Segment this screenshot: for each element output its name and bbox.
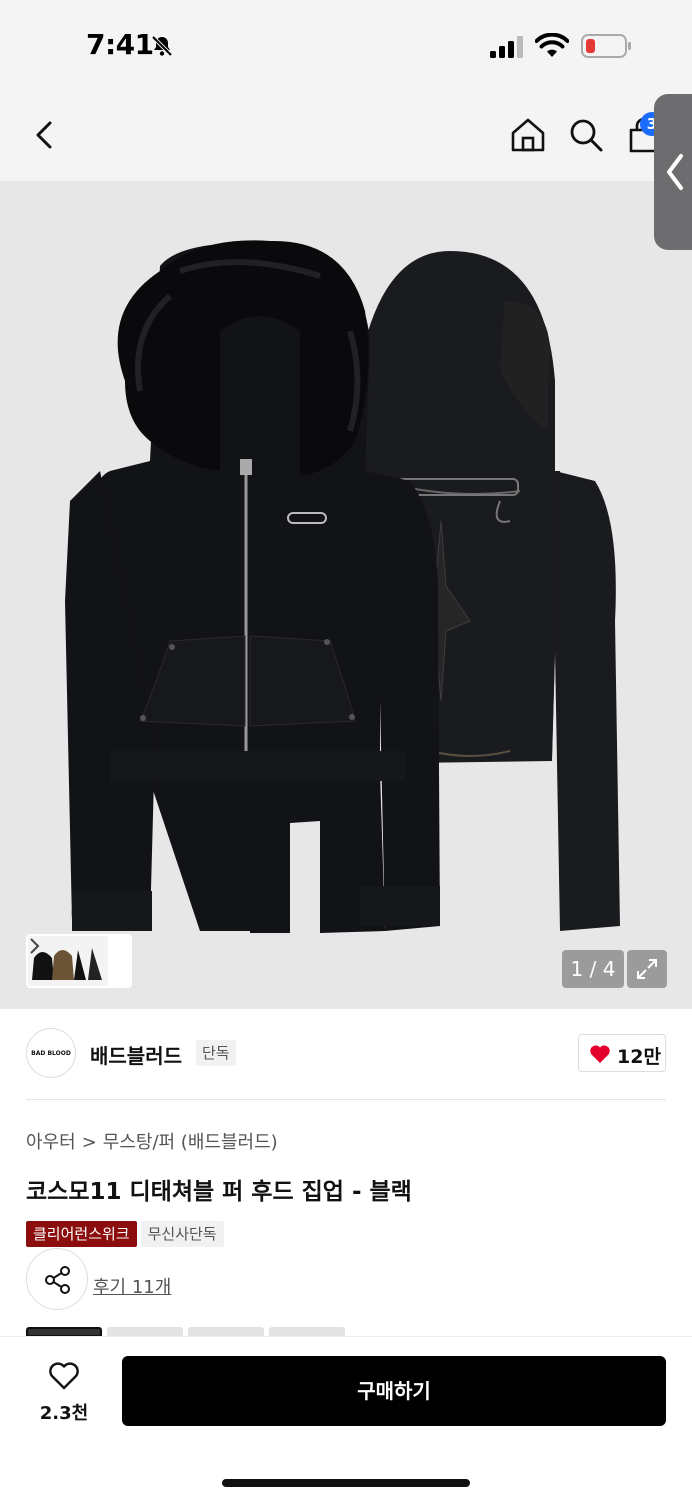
breadcrumb: 아우터 > 무스탕/퍼 (배드블러드) (26, 1128, 278, 1154)
brand-exclusive-badge: 단독 (196, 1040, 236, 1066)
battery-icon (581, 34, 631, 58)
status-bar: 7:41 (0, 0, 692, 95)
breadcrumb-item-subcategory[interactable]: 무스탕/퍼 (배드블러드) (103, 1132, 278, 1153)
chevron-right-icon (30, 938, 40, 954)
breadcrumb-separator: > (81, 1132, 97, 1153)
buy-button[interactable]: 구매하기 (122, 1356, 666, 1426)
signal-icon (490, 36, 523, 58)
share-icon (45, 1266, 70, 1294)
nav-bar (0, 95, 692, 181)
expand-button[interactable] (627, 950, 667, 988)
brand-row[interactable]: BAD BLOOD 배드블러드 단독 12만 (26, 1028, 666, 1080)
review-link[interactable]: 후기 11개 (93, 1273, 171, 1299)
exclusive-tag: 무신사단독 (140, 1221, 224, 1247)
bottom-action-bar: 2.3천 구매하기 (0, 1336, 692, 1500)
thumbnail-image (28, 936, 108, 986)
heart-icon (590, 1045, 610, 1063)
heart-outline-icon[interactable] (48, 1361, 80, 1391)
search-icon[interactable] (566, 115, 606, 155)
share-button[interactable] (26, 1248, 88, 1310)
product-image (65, 240, 620, 933)
brand-logo[interactable]: BAD BLOOD (26, 1028, 76, 1078)
thumbnail-strip[interactable] (26, 934, 132, 988)
breadcrumb-item-category[interactable]: 아우터 (26, 1132, 76, 1153)
tag-row: 클리어런스위크 무신사단독 (26, 1221, 224, 1247)
wish-count: 2.3천 (39, 1403, 89, 1424)
side-panel-handle[interactable] (654, 94, 692, 250)
home-indicator (222, 1479, 470, 1487)
brand-name[interactable]: 배드블러드 (90, 1040, 182, 1069)
clearance-tag: 클리어런스위크 (26, 1221, 137, 1247)
wifi-icon (535, 33, 569, 57)
brand-like-count: 12만 (617, 1046, 661, 1068)
product-title: 코스모11 디태쳐블 퍼 후드 집업 - 블랙 (26, 1179, 412, 1205)
expand-icon (637, 959, 657, 979)
home-icon[interactable] (508, 115, 548, 155)
chevron-left-icon (667, 154, 683, 190)
bell-off-icon (151, 35, 173, 57)
divider (26, 1099, 666, 1100)
product-image-carousel[interactable]: 1 / 4 (0, 181, 692, 1009)
back-icon[interactable] (30, 117, 60, 153)
brand-like-button[interactable]: 12만 (578, 1034, 666, 1072)
status-time: 7:41 (86, 28, 154, 61)
page-counter: 1 / 4 (562, 950, 624, 988)
